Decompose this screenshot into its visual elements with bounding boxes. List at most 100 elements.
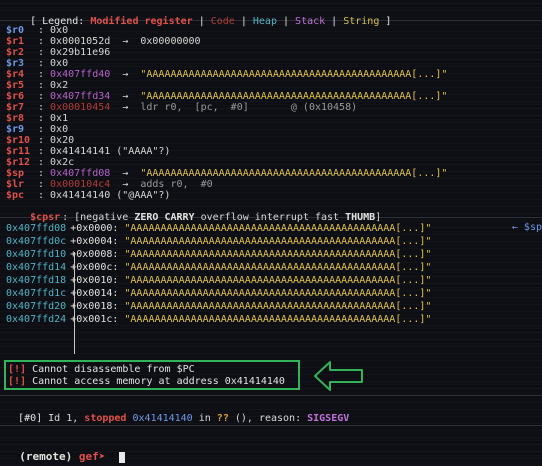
register-row: $r8: 0x1 (6, 113, 542, 124)
register-value: : 0x0 (38, 25, 69, 36)
stack-row: 0x407ffd24 +0x001c: "AAAAAAAAAAAAAAAAAAAAA… (6, 313, 542, 326)
stack-offset: +0x0010: (70, 275, 119, 286)
register-row: $sp: 0x407ffd08 → "AAAAAAAAAAAAAAAAAAAAA… (6, 168, 542, 179)
register-list: $r0: 0x0 $r1: 0x0001052d → 0x00000000 $r2:… (6, 25, 542, 201)
prompt-gef: gef➤ (78, 450, 106, 463)
stack-address: 0x407ffd24 (6, 314, 67, 325)
left-arrow-icon (314, 361, 363, 391)
register-colon: : (38, 179, 51, 190)
stack-string: "AAAAAAAAAAAAAAAAAAAAAAAAAAAAAAAAAAAAAAA… (124, 314, 432, 325)
register-name: $r2 (6, 47, 25, 58)
register-instruction: ldr r0, [pc, #0] @ (0x10458) (140, 102, 358, 113)
text-cursor[interactable] (118, 451, 125, 463)
stack-address: 0x407ffd14 (6, 262, 67, 273)
register-row: $r3 : 0x0 (6, 58, 542, 69)
register-name: $r10 (6, 135, 31, 146)
stack-row: 0x407ffd18 +0x0010: "AAAAAAAAAAAAAAAAAAAAA… (6, 274, 542, 287)
legend-modified: Modified register (90, 16, 193, 27)
stack-string: "AAAAAAAAAAAAAAAAAAAAAAAAAAAAAAAAAAAAAAA… (124, 301, 432, 312)
register-name: $sp (6, 168, 25, 179)
register-row: $lr: 0x000104c4 → adds r0, #0 (6, 179, 542, 190)
error-message: Cannot access memory at address 0x414141… (26, 376, 285, 387)
deref-arrow: → (110, 168, 141, 179)
register-instruction: adds r0, #0 (140, 179, 213, 190)
thread-status-line: [#0] Id 1, stopped 0x41414140 in ?? (), … (6, 402, 349, 424)
thread-function-unknown: ?? (216, 413, 229, 424)
register-name: $r5 (6, 80, 25, 91)
register-row: $r12 : 0x2c (6, 157, 542, 168)
register-name: $r11 (6, 146, 31, 157)
legend-line: [ Legend: Modified register | Code | Hea… (6, 5, 542, 27)
legend-sep: | (325, 16, 344, 27)
prompt-remote: (remote) (19, 450, 73, 463)
register-row: $r1: 0x0001052d → 0x00000000 (6, 36, 542, 47)
error-list: [!] Cannot disassemble from $PC [!] Canno… (6, 362, 298, 388)
stack-string: "AAAAAAAAAAAAAAAAAAAAAAAAAAAAAAAAAAAAAAA… (124, 288, 432, 299)
error-highlight-box: [!] Cannot disassemble from $PC [!] Canno… (4, 360, 300, 390)
deref-arrow: → (110, 69, 141, 80)
stack-address: 0x407ffd0c (6, 236, 67, 247)
stack-offset: +0x000c: (70, 262, 119, 273)
register-value: : 0x2c (38, 157, 75, 168)
error-tag: [!] (8, 376, 27, 387)
register-name: $r0 (6, 25, 25, 36)
stack-string: "AAAAAAAAAAAAAAAAAAAAAAAAAAAAAAAAAAAAAAA… (124, 223, 432, 234)
register-colon: : (38, 168, 51, 179)
register-value: : 0x0001052d → 0x00000000 (38, 36, 201, 47)
error-line: [!] Cannot access memory at address 0x41… (8, 376, 298, 388)
thread-reason: (), reason: (228, 413, 308, 424)
stack-row: 0x407ffd20 +0x0018: "AAAAAAAAAAAAAAAAAAAAA… (6, 300, 542, 313)
thread-address: 0x41414140 (132, 413, 193, 424)
stack-row: 0x407ffd1c +0x0014: "AAAAAAAAAAAAAAAAAAAAA… (6, 287, 542, 300)
deref-arrow: → (110, 179, 141, 190)
register-value: : 0x41414140 ("@AAA"?) (38, 190, 171, 201)
register-string: "AAAAAAAAAAAAAAAAAAAAAAAAAAAAAAAAAAAAAAA… (140, 168, 448, 179)
prompt-line[interactable]: (remote) gef➤ (6, 437, 125, 463)
deref-arrow: → (110, 102, 141, 113)
register-name: $r12 (6, 157, 31, 168)
register-name: $pc (6, 190, 25, 201)
legend-sep: | (192, 16, 211, 27)
stack-offset: +0x0008: (70, 249, 119, 260)
register-name: $lr (6, 179, 25, 190)
register-pointer: 0x407ffd34 (50, 91, 111, 102)
stack-row: 0x407ffd10 +0x0008: "AAAAAAAAAAAAAAAAAAAAA… (6, 248, 542, 261)
register-name: $r7 (6, 102, 25, 113)
stack-string: "AAAAAAAAAAAAAAAAAAAAAAAAAAAAAAAAAAAAAAA… (124, 249, 432, 260)
register-pointer: 0x000104c4 (50, 179, 111, 190)
stack-offset: +0x0004: (70, 236, 119, 247)
legend-heap: Heap (252, 16, 277, 27)
register-value: : 0x41414141 ("AAAA"?) (38, 146, 171, 157)
cpsr-line: $cpsr: [negative ZERO CARRY overflow int… (6, 201, 542, 223)
register-value: : 0x20 (38, 135, 75, 146)
stack-offset: +0x0018: (70, 301, 119, 312)
register-colon: : (38, 91, 51, 102)
terminal: [ Legend: Modified register | Code | Hea… (0, 5, 542, 326)
register-row: $r4: 0x407ffd40 → "AAAAAAAAAAAAAAAAAAAAA… (6, 69, 542, 80)
register-value: : 0x0 (38, 124, 69, 135)
separator (0, 395, 542, 396)
register-value: : 0x1 (38, 113, 69, 124)
legend-sep: | (234, 16, 253, 27)
register-colon: : (38, 102, 51, 113)
thread-pre: Id 1, (42, 413, 85, 424)
register-pointer: 0x407ffd40 (50, 69, 111, 80)
stack-list: ← $sp 0x407ffd08 +0x0000: "AAAAAAAAAAAAAAA… (6, 222, 542, 326)
legend-sep: | (276, 16, 296, 27)
register-name: $r3 (6, 58, 25, 69)
thread-signal: SIGSEGV (307, 413, 350, 424)
thread-in: in (192, 413, 217, 424)
thread-id: [#0] (18, 413, 43, 424)
sp-marker: ← $sp (511, 222, 542, 233)
register-name: $r9 (6, 124, 25, 135)
legend-stack: Stack (295, 16, 326, 27)
separator (0, 425, 542, 426)
register-value: : 0x0 (38, 58, 69, 69)
register-row: $r11 : 0x41414141 ("AAAA"?) (6, 146, 542, 157)
error-message: Cannot disassemble from $PC (26, 364, 195, 375)
register-name: $r4 (6, 69, 25, 80)
legend-code: Code (210, 16, 235, 27)
error-tag: [!] (8, 364, 27, 375)
stack-divider (74, 252, 75, 354)
